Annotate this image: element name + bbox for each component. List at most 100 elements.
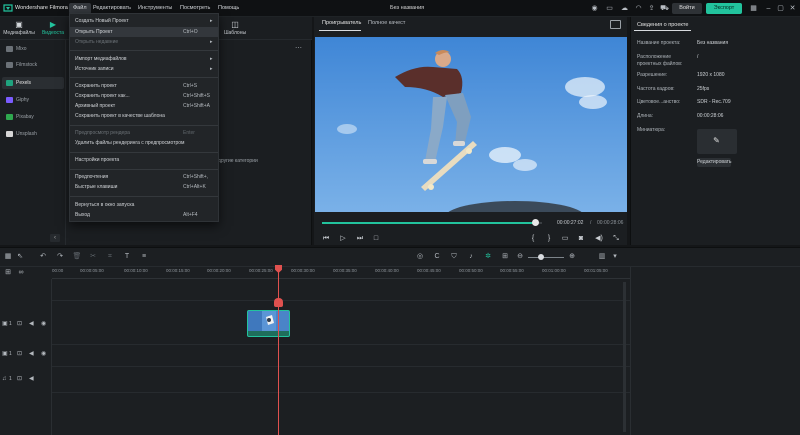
menu-item-label: Вернуться в окно запуска — [75, 202, 135, 208]
zoom-slider-track[interactable] — [528, 257, 564, 258]
snapshot-icon[interactable] — [610, 20, 621, 29]
menu-item-save-as[interactable]: Сохранить проект как... Ctrl+Shift+S — [70, 91, 218, 101]
volume-icon[interactable]: ◀) — [594, 234, 604, 243]
fullscreen-icon[interactable]: ⤡ — [611, 234, 621, 243]
collapse-sidebar-button[interactable]: ‹ — [50, 234, 60, 242]
next-frame-icon[interactable]: ⏭ — [355, 234, 365, 243]
mic-icon[interactable]: ♪ — [466, 252, 476, 262]
shield-icon[interactable]: ⛉ — [449, 252, 459, 262]
track-divider — [52, 366, 630, 367]
menu-item-record-source[interactable]: Источник записи ▸ — [70, 64, 218, 74]
speed-icon[interactable]: C — [432, 252, 442, 262]
cut-icon[interactable]: ✂ — [88, 252, 98, 262]
select-tool-icon[interactable]: ⇖ — [15, 252, 25, 262]
menu-item-keyboard-shortcuts[interactable]: Быстрые клавиши Ctrl+Alt+K — [70, 182, 218, 192]
split-icon[interactable]: ⊞ — [500, 252, 510, 262]
menu-item-open-project[interactable]: Открыть Проект Ctrl+O — [70, 27, 218, 37]
layout-grid-icon[interactable]: ▦ — [3, 252, 13, 262]
menu-item-delete-render-files[interactable]: Удалить файлы рендеринга с предпросмотро… — [70, 138, 218, 148]
visibility-icon[interactable]: ◉ — [41, 320, 46, 328]
menu-item-exit[interactable]: Выход Alt+F4 — [70, 210, 218, 220]
upload-icon[interactable]: ⇪ — [647, 4, 656, 13]
menu-item-save-as-template[interactable]: Сохранить проект в качестве шаблона — [70, 111, 218, 121]
export-button[interactable]: Экспорт — [706, 3, 742, 14]
mute-icon[interactable]: ◀ — [29, 350, 34, 358]
link-icon[interactable]: ∞ — [16, 268, 26, 278]
mark-in-icon[interactable]: { — [528, 234, 538, 243]
menu-item-back-to-launcher[interactable]: Вернуться в окно запуска — [70, 200, 218, 210]
headset-icon[interactable]: ◠ — [634, 4, 643, 13]
visibility-icon[interactable]: ◉ — [41, 350, 46, 358]
cloud-icon[interactable]: ☁ — [620, 4, 629, 13]
tab-templates[interactable]: ◫ Шаблоны — [218, 20, 252, 38]
menu-item-import-media[interactable]: Импорт медиафайлов ▸ — [70, 54, 218, 64]
menu-item-preferences[interactable]: Предпочтения Ctrl+Shift+, — [70, 172, 218, 182]
menu-item-archive-project[interactable]: Архивный проект Ctrl+Shift+A — [70, 101, 218, 111]
sidebar-item-pexels[interactable]: Pexels — [2, 77, 64, 89]
menu-item-project-settings[interactable]: Настройки проекта — [70, 155, 218, 165]
sidebar-item-mixo[interactable]: Mixo — [2, 43, 64, 55]
menu-item-label: Сохранить проект — [75, 83, 117, 89]
mute-icon[interactable]: ◀ — [29, 375, 34, 383]
tab-project-info[interactable]: Сведения о проекте — [634, 20, 692, 31]
display-icon[interactable]: ▭ — [560, 234, 570, 243]
timeline-side-area — [630, 267, 800, 435]
login-button[interactable]: Войти — [672, 3, 702, 14]
playhead-line[interactable] — [278, 268, 279, 435]
video-clip[interactable] — [247, 310, 290, 337]
delete-icon[interactable]: 🗑 — [72, 252, 82, 262]
mark-out-icon[interactable]: } — [544, 234, 554, 243]
snap-icon[interactable]: ✲ — [483, 252, 493, 262]
lock-icon[interactable]: ⊡ — [17, 350, 22, 358]
edit-thumbnail-button[interactable]: Редактировать — [697, 158, 732, 167]
text-icon[interactable]: T — [122, 252, 132, 262]
menu-item-label: Открыть недавние — [75, 39, 119, 45]
stop-icon[interactable]: □ — [371, 234, 381, 243]
tab-media[interactable]: ▣ Медиафайлы — [2, 20, 36, 38]
menu-item-save-project[interactable]: Сохранить проект Ctrl+S — [70, 81, 218, 91]
sidebar-item-filmstock[interactable]: Filmstock — [2, 59, 64, 71]
quality-dropdown[interactable]: Полное качест — [368, 20, 405, 26]
sidebar-item-label: Pexels — [16, 80, 32, 86]
tab-player[interactable]: Проигрыватель — [322, 20, 361, 26]
notification-icon[interactable]: ◉ — [590, 4, 599, 13]
more-options-icon[interactable]: ⋯ — [295, 44, 302, 52]
edit-thumbnail-icon[interactable]: ✎ — [711, 135, 722, 146]
close-icon[interactable]: ✕ — [788, 4, 797, 13]
add-track-icon[interactable]: ⊞ — [3, 268, 13, 278]
playhead-marker[interactable] — [274, 298, 283, 307]
previous-frame-icon[interactable]: ⏮ — [321, 234, 331, 243]
menu-item-label: Сохранить проект как... — [75, 93, 130, 99]
mute-icon[interactable]: ◀ — [29, 320, 34, 328]
camera-icon[interactable]: ◙ — [576, 234, 586, 243]
play-icon[interactable]: ▷ — [338, 234, 348, 243]
lock-icon[interactable]: ⊡ — [17, 375, 22, 383]
grid-icon[interactable]: ▥ — [597, 252, 607, 262]
undo-icon[interactable]: ↶ — [38, 252, 48, 262]
redo-icon[interactable]: ↷ — [55, 252, 65, 262]
timeline-vertical-scrollbar[interactable] — [623, 282, 626, 432]
zoom-slider-handle[interactable] — [538, 254, 544, 260]
sidebar-item-giphy[interactable]: Giphy — [2, 94, 64, 106]
zoom-out-icon[interactable]: ⊖ — [515, 252, 525, 262]
screen-icon[interactable]: ▭ — [605, 4, 614, 13]
crop-icon[interactable]: ⌗ — [105, 252, 115, 262]
layout-icon[interactable]: ▦ — [749, 4, 758, 13]
sidebar-item-unsplash[interactable]: Unsplash — [2, 128, 64, 140]
sidebar-item-pixabay[interactable]: Pixabay — [2, 111, 64, 123]
cart-icon[interactable]: ⛟ — [660, 4, 669, 13]
tab-stock-video[interactable]: ▶ Видеоста — [36, 20, 70, 38]
video-preview[interactable] — [315, 37, 627, 212]
audio-adjust-icon[interactable]: ≡ — [139, 252, 149, 262]
more-icon[interactable]: ▾ — [610, 252, 620, 262]
menu-item-new-project[interactable]: Создать Новый Проект ▸ — [70, 16, 218, 26]
zoom-in-icon[interactable]: ⊕ — [567, 252, 577, 262]
render-icon[interactable]: ◎ — [415, 252, 425, 262]
lock-icon[interactable]: ⊡ — [17, 320, 22, 328]
menu-item-shortcut: Ctrl+Shift+A — [183, 103, 210, 109]
minimize-icon[interactable]: – — [764, 4, 773, 13]
maximize-icon[interactable]: ▢ — [776, 4, 785, 13]
frame-rate-value: 25fps — [697, 86, 710, 92]
menu-item-label: Архивный проект — [75, 103, 116, 109]
time-separator: / — [590, 220, 592, 226]
